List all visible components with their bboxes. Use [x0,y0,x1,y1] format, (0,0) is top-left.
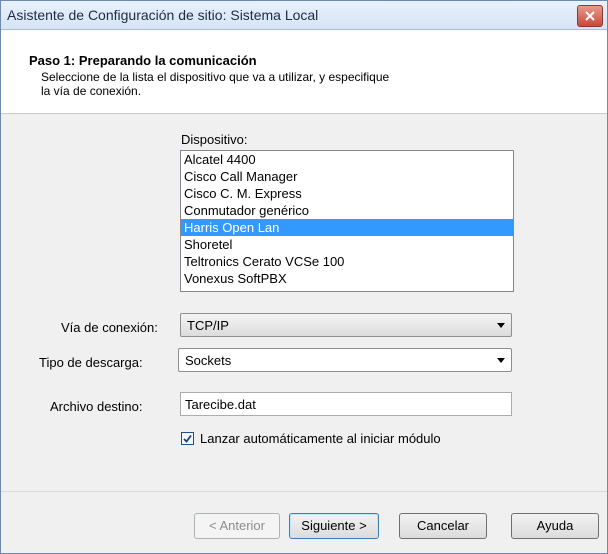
chevron-down-icon [497,358,505,363]
device-listbox[interactable]: Alcatel 4400 Cisco Call Manager Cisco C.… [180,150,514,292]
device-item-generic-switch[interactable]: Conmutador genérico [181,202,513,219]
device-item-cisco-cm-express[interactable]: Cisco C. M. Express [181,185,513,202]
close-button[interactable] [577,5,603,27]
download-label: Tipo de descarga: [39,355,143,370]
next-button[interactable]: Siguiente > [289,513,379,539]
step-description-line-2: la vía de conexión. [41,84,142,98]
device-item-alcatel[interactable]: Alcatel 4400 [181,151,513,168]
checkmark-icon [183,434,192,443]
target-file-field[interactable] [180,392,512,416]
device-item-vonexus[interactable]: Vonexus SoftPBX [181,270,513,287]
cancel-button[interactable]: Cancelar [399,513,487,539]
device-item-teltronics[interactable]: Teltronics Cerato VCSe 100 [181,253,513,270]
autolaunch-label: Lanzar automáticamente al iniciar módulo [200,431,441,446]
title-bar: Asistente de Configuración de sitio: Sis… [1,1,607,30]
wizard-window: Asistente de Configuración de sitio: Sis… [0,0,608,554]
device-item-cisco-call-manager[interactable]: Cisco Call Manager [181,168,513,185]
device-item-shoretel[interactable]: Shoretel [181,236,513,253]
connection-label: Vía de conexión: [61,320,158,335]
download-value: Sockets [185,353,232,368]
device-label: Dispositivo: [181,132,248,147]
connection-select[interactable]: TCP/IP [180,313,512,337]
step-description: Seleccione de la lista el dispositivo qu… [41,70,501,98]
close-icon [585,11,595,21]
target-file-label: Archivo destino: [50,399,143,414]
help-button[interactable]: Ayuda [511,513,599,539]
device-item-harris-open-lan[interactable]: Harris Open Lan [181,219,513,236]
back-button[interactable]: < Anterior [194,513,280,539]
target-file-input[interactable] [181,393,511,415]
footer-separator [1,491,607,492]
autolaunch-checkbox[interactable] [181,432,194,445]
window-title: Asistente de Configuración de sitio: Sis… [7,7,319,23]
connection-value: TCP/IP [187,318,229,333]
step-title: Paso 1: Preparando la comunicación [29,53,257,68]
chevron-down-icon [497,323,505,328]
download-select[interactable]: Sockets [178,348,512,372]
step-description-line-1: Seleccione de la lista el dispositivo qu… [41,70,390,84]
